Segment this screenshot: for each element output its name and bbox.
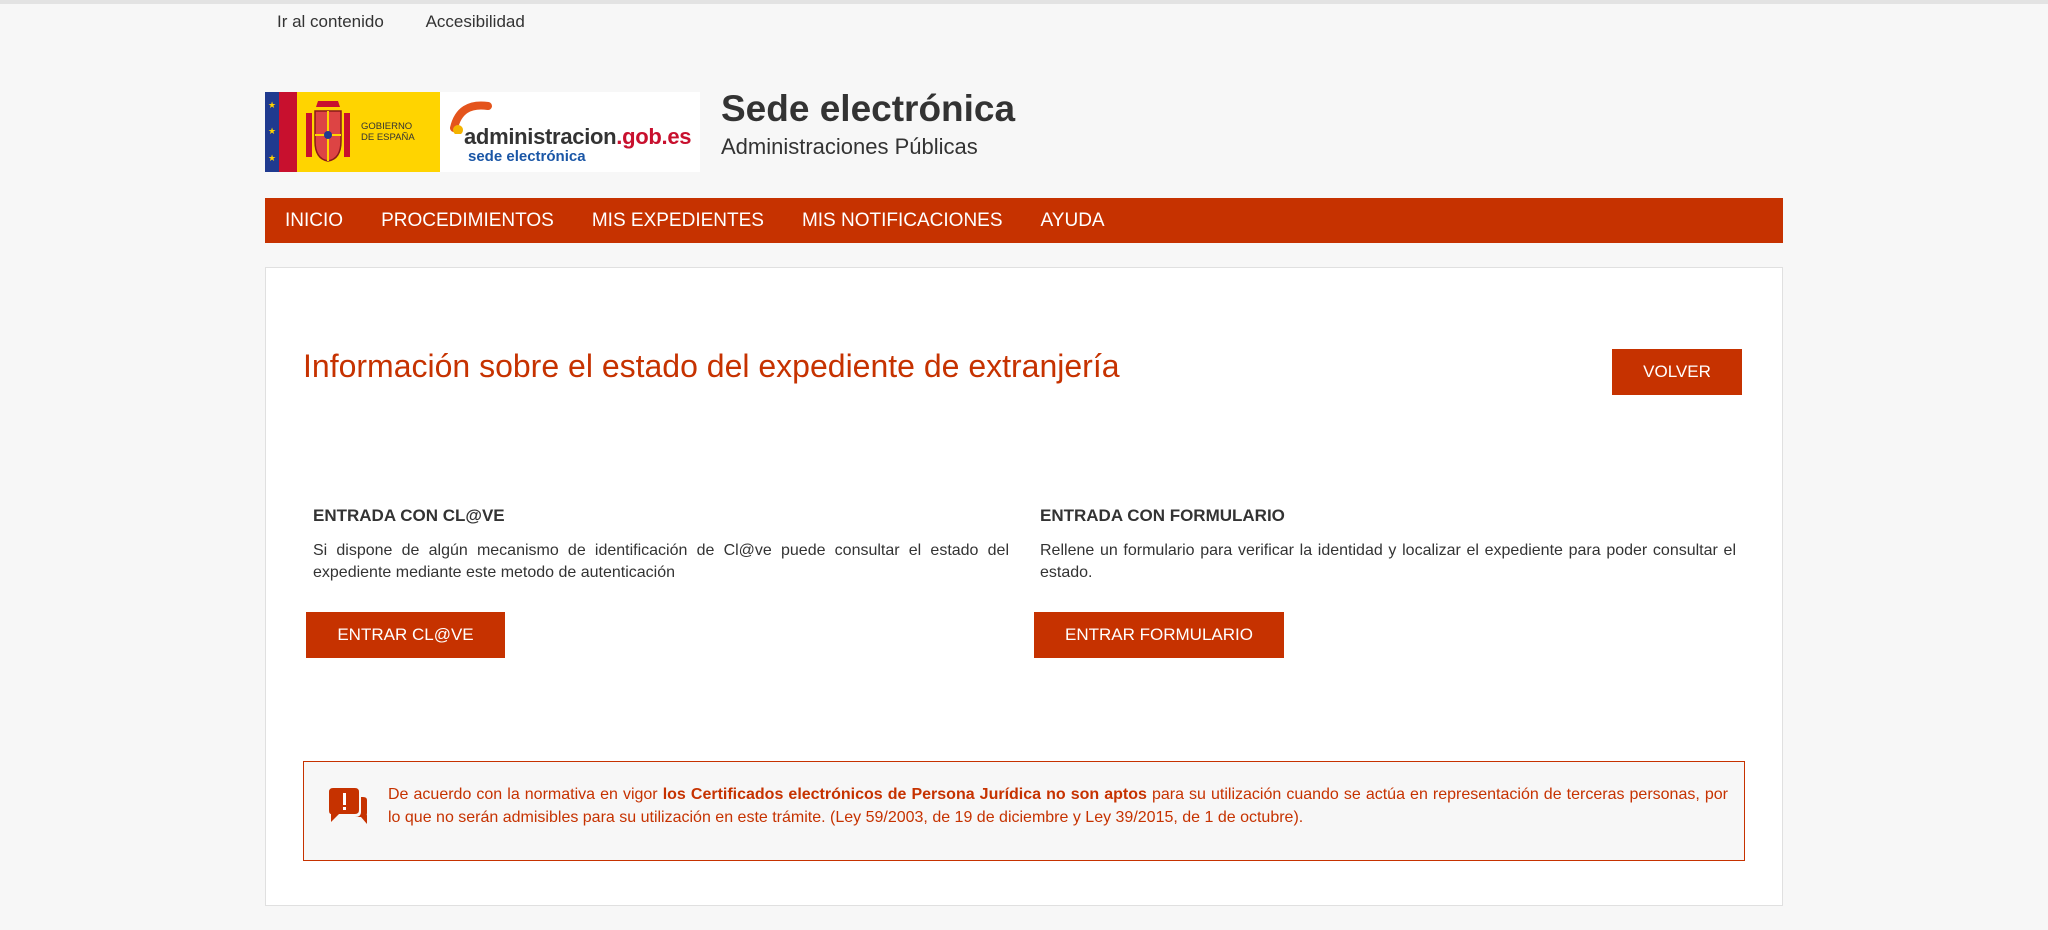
admin-domain-text: .gob.es [616, 124, 692, 149]
warning-notice: De acuerdo con la normativa en vigor los… [303, 761, 1745, 861]
site-subtitle: Administraciones Públicas [721, 134, 978, 159]
administracion-logo: administracion.gob.es sede electrónica [440, 92, 700, 172]
top-border [0, 0, 2048, 4]
warning-chat-icon [329, 788, 367, 824]
gobierno-text: GOBIERNO [361, 121, 413, 132]
gobierno-logo: ★ ★ ★ GOBIERNO DE ESPAÑA [265, 92, 440, 172]
content-card: Información sobre el estado del expedien… [265, 267, 1783, 906]
nav-item-mis-notificaciones[interactable]: MIS NOTIFICACIONES [802, 210, 1003, 232]
form-description: Rellene un formulario para verificar la … [1040, 542, 1736, 581]
nav-item-procedimientos[interactable]: PROCEDIMIENTOS [381, 210, 554, 232]
admin-name-text: administracion [464, 124, 617, 149]
accessibility-link[interactable]: Accesibilidad [426, 12, 525, 31]
enter-form-button[interactable]: ENTRAR FORMULARIO [1034, 612, 1284, 658]
logo-block[interactable]: ★ ★ ★ GOBIERNO DE ESPAÑA administracion.go… [265, 92, 700, 172]
eu-flag-icon: ★ ★ ★ [265, 92, 297, 172]
main-nav: INICIO PROCEDIMIENTOS MIS EXPEDIENTES MI… [265, 198, 1783, 243]
skip-links: Ir al contenido Accesibilidad [277, 12, 563, 32]
clave-heading: ENTRADA CON CL@VE [313, 506, 505, 525]
admin-sub-text: sede electrónica [468, 148, 586, 165]
warning-text: De acuerdo con la normativa en vigor los… [388, 786, 1728, 826]
nav-item-ayuda[interactable]: AYUDA [1041, 210, 1105, 232]
site-title: Sede electrónica [721, 88, 1016, 129]
back-button[interactable]: VOLVER [1612, 349, 1742, 395]
enter-clave-button[interactable]: ENTRAR CL@VE [306, 612, 505, 658]
nav-item-mis-expedientes[interactable]: MIS EXPEDIENTES [592, 210, 764, 232]
skip-to-content-link[interactable]: Ir al contenido [277, 12, 384, 31]
nav-item-inicio[interactable]: INICIO [285, 210, 343, 232]
form-heading: ENTRADA CON FORMULARIO [1040, 506, 1285, 525]
page-title: Información sobre el estado del expedien… [303, 348, 1120, 384]
clave-description: Si dispone de algún mecanismo de identif… [313, 542, 1009, 581]
coat-of-arms-icon [297, 92, 359, 172]
espana-text: DE ESPAÑA [361, 132, 415, 143]
